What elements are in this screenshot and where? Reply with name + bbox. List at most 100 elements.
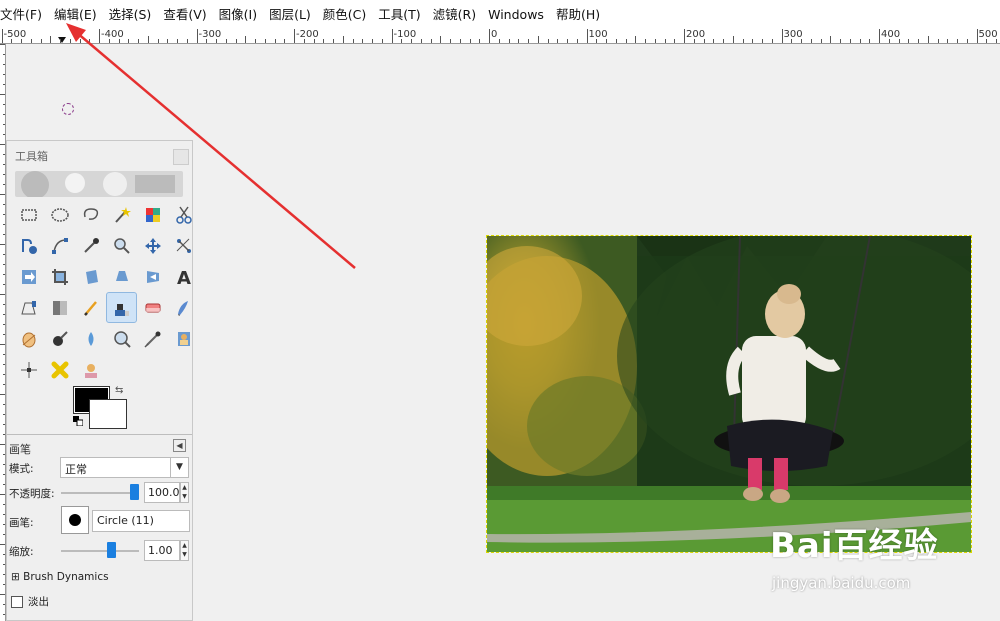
ruler-label: -400	[101, 29, 124, 40]
fuzzy-select-icon[interactable]	[106, 199, 137, 230]
brush-name-field[interactable]: Circle (11)	[92, 510, 190, 532]
airbrush-icon[interactable]	[75, 323, 106, 354]
ruler-minor-tick	[138, 39, 139, 43]
measure-icon[interactable]	[168, 230, 199, 261]
expander-plus-icon: ⊞	[11, 571, 20, 583]
panel-close-button[interactable]	[173, 149, 189, 165]
ruler-minor-tick	[547, 39, 549, 43]
image-canvas[interactable]	[486, 235, 972, 553]
dodge-burn-icon[interactable]	[44, 354, 75, 385]
opacity-spin-buttons[interactable]: ▲ ▼	[180, 482, 189, 503]
ruler-minor-tick	[888, 39, 890, 43]
menu-item-2[interactable]: 选择(S)	[103, 0, 158, 29]
menu-item-6[interactable]: 颜色(C)	[317, 0, 372, 29]
ruler-minor-tick	[918, 39, 919, 43]
blend-icon[interactable]	[137, 292, 168, 323]
ruler-minor-tick	[79, 39, 81, 43]
ruler-minor-tick	[11, 39, 13, 43]
scissors-icon[interactable]	[168, 199, 199, 230]
ruler-major-tick	[976, 29, 978, 43]
scale-spin-buttons[interactable]: ▲ ▼	[180, 540, 189, 561]
scale-input[interactable]: 1.00	[144, 540, 180, 561]
menu-item-4[interactable]: 图像(I)	[213, 0, 263, 29]
swing-photo	[487, 236, 971, 552]
ruler-minor-tick	[947, 39, 949, 43]
menu-item-0[interactable]: 文件(F)	[0, 0, 48, 29]
background-color-swatch[interactable]	[89, 399, 127, 429]
menu-item-8[interactable]: 滤镜(R)	[427, 0, 482, 29]
ruler-minor-tick	[732, 36, 734, 43]
horizontal-ruler[interactable]: -500 -400 -300 -200 -100 0 100 200 300 400 500	[0, 29, 1000, 44]
menu-item-10[interactable]: 帮助(H)	[550, 0, 606, 29]
scale-slider-handle[interactable]	[107, 542, 116, 558]
eraser-icon[interactable]	[75, 354, 106, 385]
ruler-minor-tick	[742, 39, 744, 43]
menu-item-3[interactable]: 查看(V)	[157, 0, 212, 29]
menu-item-7[interactable]: 工具(T)	[372, 0, 426, 29]
mode-select[interactable]: 正常 ▼	[60, 457, 189, 478]
ellipse-select-icon[interactable]	[44, 199, 75, 230]
fade-option[interactable]: 淡出	[11, 594, 49, 609]
shear-icon[interactable]	[137, 261, 168, 292]
ink-icon[interactable]	[13, 323, 44, 354]
clone-icon[interactable]	[44, 323, 75, 354]
ruler-minor-tick	[596, 39, 598, 43]
color-picker-icon[interactable]	[75, 230, 106, 261]
chevron-down-icon[interactable]: ▼	[170, 458, 188, 477]
free-select-icon[interactable]	[75, 199, 106, 230]
rotate-icon[interactable]	[75, 261, 106, 292]
ruler-minor-tick	[206, 39, 208, 43]
flip-icon[interactable]	[13, 292, 44, 323]
opacity-input[interactable]: 100.0	[144, 482, 180, 503]
move-icon[interactable]	[137, 230, 168, 261]
scale-slider[interactable]	[61, 550, 139, 552]
ruler-minor-tick	[693, 39, 695, 43]
toolbox-banner	[15, 171, 183, 197]
ruler-tick	[3, 114, 5, 115]
ruler-minor-tick	[898, 39, 900, 43]
perspective-icon[interactable]: A	[168, 261, 199, 292]
collapse-arrow-icon[interactable]: ◀	[173, 439, 186, 452]
default-colors-icon[interactable]	[73, 415, 84, 427]
ruler-minor-tick	[703, 39, 705, 43]
ruler-minor-tick	[157, 39, 159, 43]
menu-item-9[interactable]: Windows	[482, 0, 550, 29]
opacity-slider[interactable]	[61, 492, 139, 494]
bucket-fill-icon[interactable]	[168, 292, 199, 323]
align-icon[interactable]	[13, 261, 44, 292]
pencil-icon[interactable]	[137, 323, 168, 354]
paths-icon[interactable]	[44, 230, 75, 261]
opacity-slider-handle[interactable]	[130, 484, 139, 500]
color-select-icon[interactable]	[137, 199, 168, 230]
ruler-minor-tick	[625, 39, 627, 43]
smudge-icon[interactable]	[13, 354, 44, 385]
heal-icon[interactable]	[106, 323, 137, 354]
paintbrush-icon[interactable]	[106, 292, 137, 323]
brush-preview[interactable]	[61, 506, 89, 534]
swap-colors-icon[interactable]: ⇆	[115, 385, 123, 396]
ruler-minor-tick	[255, 39, 256, 43]
zoom-icon[interactable]	[106, 230, 137, 261]
menu-item-1[interactable]: 编辑(E)	[48, 0, 103, 29]
ruler-minor-tick	[723, 39, 724, 43]
fade-checkbox[interactable]	[11, 595, 23, 608]
ruler-minor-tick	[21, 39, 22, 43]
brush-dynamics-expander[interactable]: ⊞ Brush Dynamics	[11, 571, 109, 583]
ruler-minor-tick	[274, 39, 276, 43]
text-icon[interactable]	[75, 292, 106, 323]
ruler-minor-tick	[323, 39, 325, 43]
scale-icon[interactable]	[106, 261, 137, 292]
menu-item-5[interactable]: 图层(L)	[263, 0, 317, 29]
watermark-logo: Bai百经验	[770, 526, 939, 566]
ruler-label: 300	[783, 29, 803, 40]
crop-icon[interactable]	[44, 261, 75, 292]
ruler-minor-tick	[469, 39, 471, 43]
magnify-icon[interactable]	[168, 323, 199, 354]
foreground-select-icon[interactable]	[13, 230, 44, 261]
cage-icon[interactable]	[44, 292, 75, 323]
ruler-minor-tick	[225, 39, 227, 43]
ruler-minor-tick	[986, 39, 988, 43]
ruler-minor-tick	[167, 39, 169, 43]
rect-select-icon[interactable]	[13, 199, 44, 230]
ruler-minor-tick	[420, 39, 422, 43]
